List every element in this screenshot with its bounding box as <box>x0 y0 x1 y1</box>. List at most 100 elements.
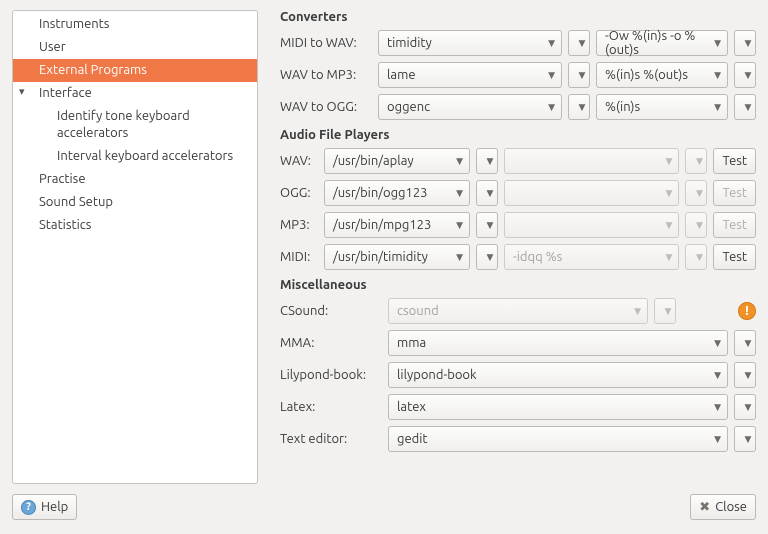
chevron-down-icon: ▼ <box>548 102 555 113</box>
sidebar-item-label: User <box>39 40 66 54</box>
chevron-down-icon: ▼ <box>714 102 721 113</box>
chevron-down-icon: ▼ <box>579 38 586 49</box>
sidebar-item-practise[interactable]: Practise <box>13 168 257 191</box>
chevron-down-icon: ▼ <box>665 306 672 317</box>
audio-args: ▼ <box>504 212 679 238</box>
chevron-down-icon: ▼ <box>745 38 752 49</box>
audio-row: OGG: /usr/bin/ogg123▼ ▼ ▼ ▼ Test <box>280 180 756 206</box>
audio-cmd-value: /usr/bin/ogg123 <box>333 186 428 200</box>
converter-args-dropdown[interactable]: ▼ <box>734 62 756 88</box>
converter-args-dropdown[interactable]: ▼ <box>734 94 756 120</box>
converter-args-dropdown[interactable]: ▼ <box>734 30 756 56</box>
audio-cmd-dropdown[interactable]: ▼ <box>476 180 498 206</box>
converter-label: MIDI to WAV: <box>280 36 372 50</box>
converter-cmd-value: timidity <box>387 36 432 50</box>
misc-label: Text editor: <box>280 432 382 446</box>
test-label: Test <box>722 154 747 168</box>
test-label: Test <box>722 186 747 200</box>
sidebar-item-instruments[interactable]: Instruments <box>13 13 257 36</box>
chevron-down-icon: ▼ <box>634 306 641 317</box>
sidebar-item-interface[interactable]: ▾Interface <box>13 82 257 105</box>
audio-cmd-value: /usr/bin/mpg123 <box>333 218 431 232</box>
audio-cmd[interactable]: /usr/bin/aplay▼ <box>324 148 470 174</box>
misc-value-value: csound <box>397 304 439 318</box>
sidebar-item-external-programs[interactable]: External Programs <box>13 59 257 82</box>
converter-cmd-dropdown[interactable]: ▼ <box>568 30 590 56</box>
test-label: Test <box>722 218 747 232</box>
chevron-down-icon: ▼ <box>456 252 463 263</box>
converter-cmd-dropdown[interactable]: ▼ <box>568 94 590 120</box>
chevron-down-icon: ▼ <box>714 402 721 413</box>
sidebar-item-label: Practise <box>39 172 86 186</box>
sidebar-item-identify-tone-keyboard-accelerators[interactable]: Identify tone keyboard accelerators <box>13 105 257 145</box>
audio-cmd-dropdown[interactable]: ▼ <box>476 148 498 174</box>
misc-value[interactable]: lilypond-book▼ <box>388 362 728 388</box>
audio-label: OGG: <box>280 186 318 200</box>
misc-value[interactable]: latex▼ <box>388 394 728 420</box>
sidebar-item-statistics[interactable]: Statistics <box>13 214 257 237</box>
converter-cmd-dropdown[interactable]: ▼ <box>568 62 590 88</box>
audio-row: WAV:/usr/bin/aplay▼▼▼▼Test <box>280 148 756 174</box>
converter-row: WAV to MP3:lame▼▼%(in)s %(out)s▼▼ <box>280 62 756 88</box>
converter-args-value: %(in)s %(out)s <box>605 68 688 82</box>
section-title-misc: Miscellaneous <box>280 278 756 292</box>
chevron-down-icon: ▼ <box>696 252 703 263</box>
misc-label: MMA: <box>280 336 382 350</box>
chevron-down-icon: ▼ <box>666 188 673 199</box>
converter-cmd[interactable]: timidity ▼ <box>378 30 562 56</box>
misc-dropdown: ▼ <box>654 298 676 324</box>
chevron-down-icon: ▼ <box>548 38 555 49</box>
chevron-down-icon: ▼ <box>456 220 463 231</box>
misc-value[interactable]: mma▼ <box>388 330 728 356</box>
section-title-converters: Converters <box>280 10 756 24</box>
chevron-down-icon: ▼ <box>714 434 721 445</box>
misc-label: Latex: <box>280 400 382 414</box>
sidebar-item-sound-setup[interactable]: Sound Setup <box>13 191 257 214</box>
audio-cmd[interactable]: /usr/bin/timidity ▼ <box>324 244 470 270</box>
misc-value[interactable]: gedit▼ <box>388 426 728 452</box>
converter-args[interactable]: %(in)s▼ <box>596 94 728 120</box>
audio-cmd-value: /usr/bin/timidity <box>333 250 428 264</box>
converter-cmd[interactable]: oggenc▼ <box>378 94 562 120</box>
chevron-down-icon: ▼ <box>487 188 494 199</box>
audio-row: MP3: /usr/bin/mpg123 ▼ ▼ ▼ ▼ Test <box>280 212 756 238</box>
chevron-down-icon: ▼ <box>696 220 703 231</box>
misc-dropdown[interactable]: ▼ <box>734 426 756 452</box>
misc-row: CSound:csound▼▼! <box>280 298 756 324</box>
sidebar-item-label: External Programs <box>39 63 147 77</box>
chevron-down-icon: ▼ <box>696 156 703 167</box>
test-label: Test <box>722 250 747 264</box>
content-pane: Converters MIDI to WAV:timidity▼▼-Ow %(i… <box>280 10 756 484</box>
help-button[interactable]: ? Help <box>12 494 77 520</box>
test-button[interactable]: Test <box>713 244 756 270</box>
close-button[interactable]: ✖ Close <box>690 494 756 520</box>
audio-args: ▼ <box>504 148 679 174</box>
audio-cmd[interactable]: /usr/bin/mpg123 ▼ <box>324 212 470 238</box>
audio-row: MIDI:/usr/bin/timidity▼▼-idqq %s▼▼Test <box>280 244 756 270</box>
sidebar-item-label: Instruments <box>39 17 109 31</box>
audio-args-dropdown: ▼ <box>685 180 707 206</box>
audio-args-dropdown: ▼ <box>685 244 707 270</box>
audio-cmd-value: /usr/bin/aplay <box>333 154 414 168</box>
converter-label: WAV to OGG: <box>280 100 372 114</box>
audio-args-dropdown: ▼ <box>685 212 707 238</box>
converter-args[interactable]: %(in)s %(out)s▼ <box>596 62 728 88</box>
chevron-down-icon: ▼ <box>666 220 673 231</box>
chevron-down-icon: ▼ <box>548 70 555 81</box>
converter-args-value: -Ow %(in)s -o %(out)s <box>605 29 708 57</box>
misc-dropdown[interactable]: ▼ <box>734 362 756 388</box>
sidebar-item-label: Interface <box>39 86 92 100</box>
test-button[interactable]: Test <box>713 148 756 174</box>
audio-cmd-dropdown[interactable]: ▼ <box>476 212 498 238</box>
chevron-down-icon: ▼ <box>745 370 752 381</box>
misc-dropdown[interactable]: ▼ <box>734 394 756 420</box>
audio-label: MP3: <box>280 218 318 232</box>
misc-dropdown[interactable]: ▼ <box>734 330 756 356</box>
sidebar-item-user[interactable]: User <box>13 36 257 59</box>
audio-cmd[interactable]: /usr/bin/ogg123▼ <box>324 180 470 206</box>
audio-cmd-dropdown[interactable]: ▼ <box>476 244 498 270</box>
converter-cmd[interactable]: lame▼ <box>378 62 562 88</box>
sidebar-item-interval-keyboard-accelerators[interactable]: Interval keyboard accelerators <box>13 145 257 168</box>
converter-args[interactable]: -Ow %(in)s -o %(out)s▼ <box>596 30 728 56</box>
misc-value: csound ▼ <box>388 298 648 324</box>
